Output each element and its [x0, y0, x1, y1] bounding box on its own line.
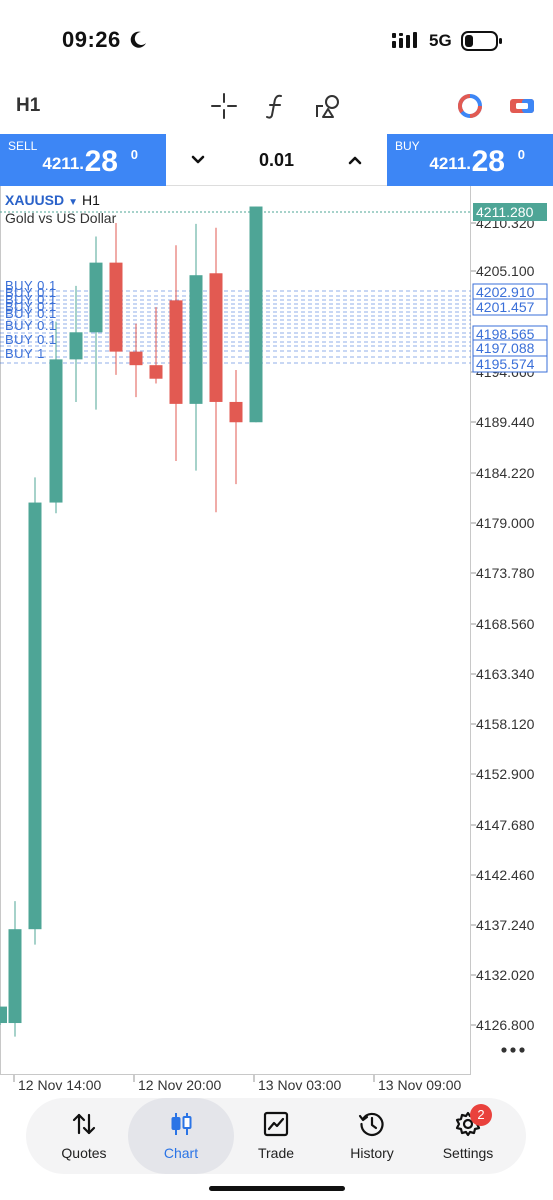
trade-bar: SELL 4211. 28 0 0.01 BUY 4211. 28 0 [0, 134, 553, 186]
price-axis-label: 4184.220 [476, 465, 535, 481]
nav-history[interactable]: History [322, 1098, 422, 1174]
candle-body [109, 262, 123, 352]
crosshair-icon[interactable] [210, 92, 238, 120]
candle-body [149, 365, 163, 379]
candle-body [189, 275, 203, 404]
buy-button[interactable]: BUY 4211. 28 0 [387, 134, 553, 186]
buy-price-main: 4211. [429, 154, 471, 173]
time-axis-label: 13 Nov 03:00 [258, 1077, 341, 1093]
price-axis-label: 4147.680 [476, 817, 535, 833]
timeframe-button[interactable]: H1 [16, 95, 40, 117]
order-price-label: 4201.457 [476, 299, 535, 315]
candle-body [28, 502, 42, 930]
order-label[interactable]: BUY 0.1 [5, 318, 57, 333]
candle-body [49, 359, 63, 503]
chart-toolbar: H1 [0, 80, 553, 132]
nav-settings-label: Settings [442, 1145, 494, 1161]
candle-body [8, 929, 22, 1024]
sell-label: SELL [8, 139, 38, 153]
chart-icon [171, 1113, 192, 1135]
time-axis-label: 12 Nov 14:00 [18, 1077, 101, 1093]
symbol-name: XAUUSD [5, 192, 65, 208]
signal-icon [392, 32, 417, 48]
history-icon [358, 1112, 384, 1136]
price-axis-label: 4137.240 [476, 917, 535, 933]
price-axis-label: 4126.800 [476, 1017, 535, 1033]
buy-price-sup: 0 [517, 147, 525, 162]
candle-body [249, 206, 263, 423]
symbol-row[interactable]: XAUUSD ▼ H1 [5, 192, 100, 208]
order-label[interactable]: BUY 0.1 [5, 332, 57, 347]
battery-icon [461, 31, 502, 51]
status-time: 09:26 [62, 27, 121, 52]
order-price-label: 4202.910 [476, 284, 535, 300]
trade-mode-icon[interactable] [456, 92, 484, 120]
order-price-label: 4197.088 [476, 340, 535, 356]
candlestick-chart[interactable]: 4210.3204205.1004194.6604189.4404184.220… [0, 186, 553, 1096]
more-icon[interactable] [500, 1046, 526, 1054]
candle-body [0, 1006, 7, 1024]
network-label: 5G [429, 31, 452, 50]
price-axis-label: 4132.020 [476, 967, 535, 983]
settings-badge: 2 [470, 1104, 492, 1126]
buy-price-big: 28 [471, 145, 505, 178]
nav-quotes[interactable]: Quotes [34, 1098, 134, 1174]
trade-icon [263, 1111, 289, 1137]
price-axis-label: 4173.780 [476, 565, 535, 581]
nav-settings[interactable]: 2 Settings [418, 1098, 518, 1174]
candle-body [229, 401, 243, 423]
bottom-nav: Quotes Chart Trade History 2 Settings [26, 1098, 526, 1174]
order-label[interactable]: BUY 1 [5, 346, 45, 361]
price-axis-label: 4163.340 [476, 666, 535, 682]
nav-trade[interactable]: Trade [226, 1098, 326, 1174]
price-axis-label: 4142.460 [476, 867, 535, 883]
time-axis-label: 13 Nov 09:00 [378, 1077, 461, 1093]
price-axis-label: 4205.100 [476, 263, 535, 279]
nav-history-label: History [350, 1145, 394, 1161]
symbol-timeframe: H1 [82, 192, 100, 208]
candle-body [129, 351, 143, 366]
sell-price-big: 28 [84, 145, 118, 178]
indicator-icon[interactable] [262, 92, 290, 120]
volume-control: 0.01 [166, 134, 387, 186]
sell-price-sup: 0 [130, 147, 138, 162]
objects-icon[interactable] [314, 92, 342, 120]
price-axis-label: 4152.900 [476, 766, 535, 782]
candle-body [209, 273, 223, 402]
status-bar: 09:26 5G [0, 0, 553, 80]
candle-body [89, 262, 103, 333]
price-axis-label: 4179.000 [476, 515, 535, 531]
buy-label: BUY [395, 139, 420, 153]
nav-chart[interactable]: Chart [128, 1098, 234, 1174]
current-price-label: 4211.280 [476, 204, 534, 220]
price-axis-label: 4189.440 [476, 414, 535, 430]
nav-trade-label: Trade [257, 1145, 295, 1161]
moon-icon [130, 31, 146, 48]
one-click-icon[interactable] [508, 92, 536, 120]
quotes-icon [72, 1113, 96, 1135]
caret-down-icon: ▼ [68, 197, 79, 208]
order-price-label: 4195.574 [476, 356, 535, 372]
price-axis-label: 4168.560 [476, 616, 535, 632]
symbol-description: Gold vs US Dollar [5, 210, 117, 226]
candle-body [169, 300, 183, 404]
nav-quotes-label: Quotes [61, 1145, 107, 1161]
chevron-up-icon[interactable] [343, 148, 367, 172]
price-axis-label: 4158.120 [476, 716, 535, 732]
sell-button[interactable]: SELL 4211. 28 0 [0, 134, 166, 186]
nav-chart-label: Chart [163, 1145, 199, 1161]
sell-price-main: 4211. [42, 154, 84, 173]
home-indicator [209, 1186, 345, 1191]
time-axis-label: 12 Nov 20:00 [138, 1077, 221, 1093]
candle-body [69, 332, 83, 360]
chart-area[interactable]: XAUUSD ▼ H1 Gold vs US Dollar 4210.320 4205… [0, 186, 553, 1096]
